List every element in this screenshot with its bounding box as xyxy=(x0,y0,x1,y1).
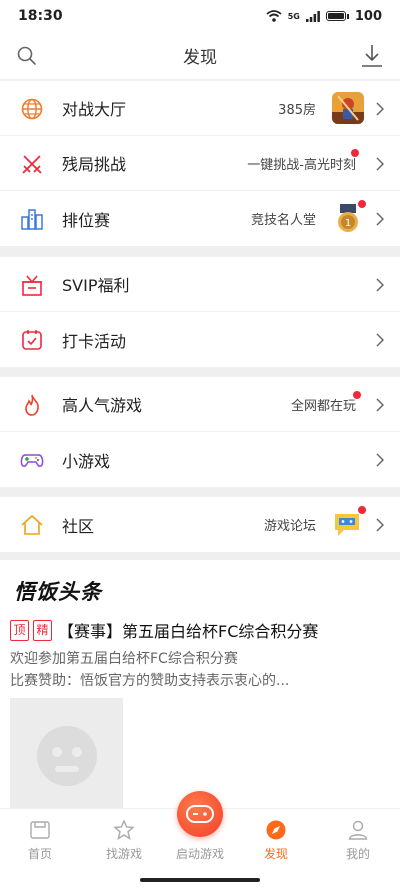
home-indicator[interactable] xyxy=(140,878,260,882)
network-label: 5G xyxy=(287,11,300,21)
compass-icon xyxy=(266,820,286,840)
notification-dot xyxy=(351,149,359,157)
battery-level: 100 xyxy=(354,8,382,24)
svg-text:1: 1 xyxy=(345,218,351,229)
news-title: 【赛事】第五届白给杯FC综合积分赛 xyxy=(58,622,319,641)
home-icon xyxy=(30,821,50,839)
news-image-placeholder[interactable] xyxy=(10,698,123,808)
chevron-right-icon xyxy=(376,333,384,347)
hall-of-fame: 竞技名人堂 xyxy=(250,213,316,228)
row-popular-games[interactable]: 高人气游戏 全网都在玩 xyxy=(0,377,400,432)
battle-section: 对战大厅 385房 残局挑战 一键挑战-高光时刻 排位赛 竞技名人堂 1 xyxy=(0,81,400,246)
tab-label: 首页 xyxy=(27,847,52,861)
tab-label: 发现 xyxy=(263,847,288,861)
gamepad-icon xyxy=(186,805,214,823)
row-label: 社区 xyxy=(62,516,95,536)
news-feed: 悟饭头条 顶 精 【赛事】第五届白给杯FC综合积分赛 欢迎参加第五届白给杯FC综… xyxy=(0,560,400,808)
tab-label: 我的 xyxy=(345,847,370,861)
pinned-tag: 顶 xyxy=(10,619,29,641)
wifi-icon xyxy=(266,10,282,22)
row-svip[interactable]: SVIP福利 xyxy=(0,257,400,312)
notification-dot xyxy=(353,391,361,399)
buildings-icon xyxy=(21,209,43,230)
chevron-right-icon xyxy=(376,102,384,116)
featured-tag: 精 xyxy=(33,619,52,641)
tab-profile[interactable]: 我的 xyxy=(318,819,398,862)
battery-icon xyxy=(325,11,346,21)
launch-game-button[interactable] xyxy=(177,791,223,837)
row-endgame-challenge[interactable]: 残局挑战 一键挑战-高光时刻 xyxy=(0,136,400,191)
calendar-check-icon xyxy=(22,330,42,350)
row-label: 排位赛 xyxy=(62,210,111,230)
trending-hint: 全网都在玩 xyxy=(290,398,356,414)
chevron-right-icon xyxy=(376,157,384,171)
row-battle-hall[interactable]: 对战大厅 385房 xyxy=(0,81,400,136)
row-mini-games[interactable]: 小游戏 xyxy=(0,432,400,487)
status-bar: 18:30 5G 100 xyxy=(0,0,400,32)
chevron-right-icon xyxy=(376,453,384,467)
crossed-swords-icon xyxy=(22,155,42,174)
row-label: 高人气游戏 xyxy=(62,396,143,415)
row-community[interactable]: 社区 游戏论坛 xyxy=(0,497,400,552)
row-checkin[interactable]: 打卡活动 xyxy=(0,312,400,367)
row-label: SVIP福利 xyxy=(62,276,130,295)
tab-find-games[interactable]: 找游戏 xyxy=(84,819,164,862)
game-thumbnail xyxy=(332,92,364,124)
tab-launch-game[interactable]: 启动游戏 xyxy=(160,845,240,862)
download-icon[interactable] xyxy=(360,43,384,69)
row-label: 残局挑战 xyxy=(62,155,127,174)
news-logo: 悟饭头条 xyxy=(14,580,102,604)
flame-icon xyxy=(25,394,39,416)
room-count: 385房 xyxy=(278,102,316,118)
tab-discover[interactable]: 发现 xyxy=(236,819,316,862)
signal-icon xyxy=(305,10,320,22)
highlight-hint: 一键挑战-高光时刻 xyxy=(247,157,356,173)
status-time: 18:30 xyxy=(18,8,63,24)
bottom-tab-bar: 首页 找游戏 启动游戏 发现 我的 xyxy=(0,791,400,888)
page-title: 发现 xyxy=(183,48,217,68)
tab-home[interactable]: 首页 xyxy=(0,819,80,862)
games-section: 高人气游戏 全网都在玩 小游戏 xyxy=(0,377,400,487)
gift-icon xyxy=(22,275,42,296)
top-nav: 发现 xyxy=(0,32,400,80)
star-icon xyxy=(113,819,135,840)
chevron-right-icon xyxy=(376,278,384,292)
news-desc-line: 欢迎参加第五届白给杯FC综合积分赛 xyxy=(10,651,238,667)
news-desc-line: 比赛赞助：悟饭官方的赞助支持表示衷心的... xyxy=(10,673,290,689)
globe-icon xyxy=(21,98,43,120)
chevron-right-icon xyxy=(376,518,384,532)
news-description[interactable]: 欢迎参加第五届白给杯FC综合积分赛 比赛赞助：悟饭官方的赞助支持表示衷心的... xyxy=(10,648,390,692)
tab-label: 启动游戏 xyxy=(175,847,224,861)
row-label: 打卡活动 xyxy=(62,331,127,351)
forum-hint: 游戏论坛 xyxy=(263,519,316,534)
search-icon[interactable] xyxy=(16,45,38,67)
user-icon xyxy=(348,820,368,840)
row-label: 小游戏 xyxy=(62,451,111,471)
gamepad-icon xyxy=(20,454,44,467)
chevron-right-icon xyxy=(376,212,384,226)
house-icon xyxy=(21,514,43,535)
news-item-title[interactable]: 顶 精 【赛事】第五届白给杯FC综合积分赛 xyxy=(10,618,318,642)
status-indicators: 5G 100 xyxy=(266,9,382,24)
notification-dot xyxy=(358,200,366,208)
tab-label: 找游戏 xyxy=(105,847,142,861)
benefits-section: SVIP福利 打卡活动 xyxy=(0,257,400,367)
chevron-right-icon xyxy=(376,398,384,412)
row-label: 对战大厅 xyxy=(62,100,127,119)
row-ranked[interactable]: 排位赛 竞技名人堂 1 xyxy=(0,191,400,246)
community-section: 社区 游戏论坛 xyxy=(0,497,400,552)
notification-dot xyxy=(358,506,366,514)
